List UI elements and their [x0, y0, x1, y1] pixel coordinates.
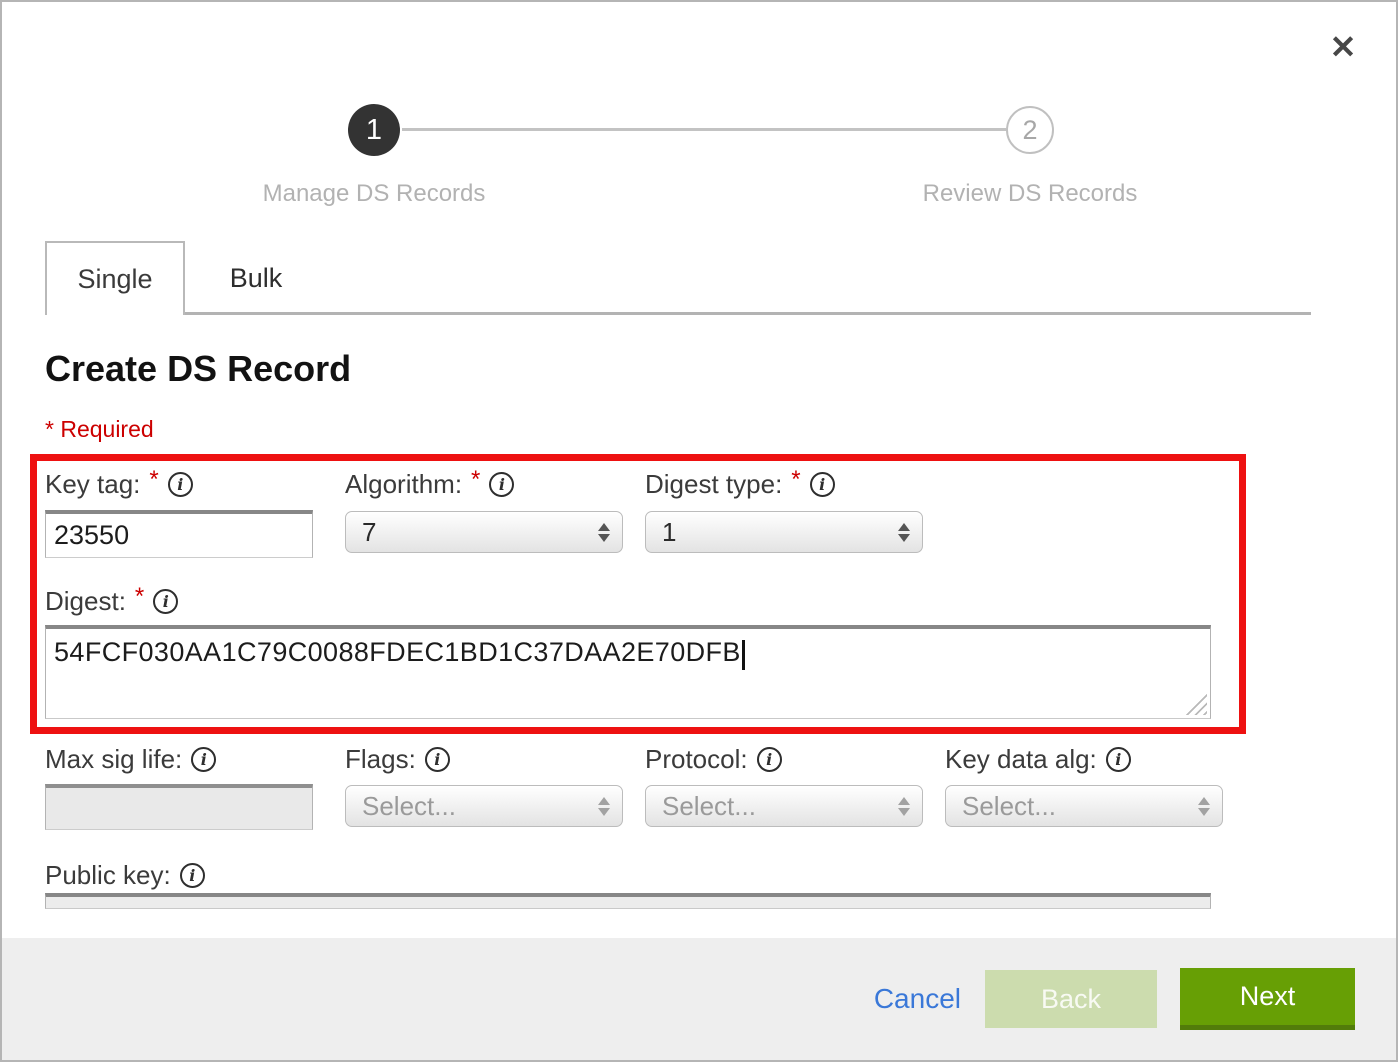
info-icon[interactable]: i	[425, 747, 450, 772]
flags-label-row: Flags: i	[345, 743, 450, 775]
key-tag-label-row: Key tag: * i	[45, 468, 193, 500]
digest-label-row: Digest: * i	[45, 585, 178, 617]
select-arrows-icon	[598, 797, 610, 816]
key-tag-label: Key tag:	[45, 469, 140, 500]
page-title: Create DS Record	[45, 348, 351, 390]
stepper-step-1-number: 1	[366, 114, 382, 147]
key-data-alg-select[interactable]: Select...	[945, 785, 1223, 827]
modal-footer: Cancel Back Next	[2, 938, 1396, 1060]
digest-value: 54FCF030AA1C79C0088FDEC1BD1C37DAA2E70DFB	[54, 637, 741, 667]
text-caret	[742, 640, 745, 670]
protocol-label-row: Protocol: i	[645, 743, 782, 775]
key-data-alg-label-row: Key data alg: i	[945, 743, 1131, 775]
info-icon[interactable]: i	[153, 589, 178, 614]
digest-type-label-row: Digest type: * i	[645, 468, 835, 500]
stepper-step-2-circle: 2	[1006, 106, 1054, 154]
required-asterisk: *	[135, 583, 144, 611]
next-button[interactable]: Next	[1180, 968, 1355, 1030]
public-key-label-row: Public key: i	[45, 859, 205, 891]
required-asterisk: *	[471, 466, 480, 494]
create-ds-record-modal: { "ui": { "close_glyph": "✕", "required_…	[0, 0, 1398, 1062]
back-button[interactable]: Back	[985, 970, 1157, 1028]
protocol-select-value: Select...	[662, 791, 756, 822]
public-key-label: Public key:	[45, 860, 171, 891]
stepper-step-2-number: 2	[1022, 115, 1037, 146]
select-arrows-icon	[898, 523, 910, 542]
close-icon: ✕	[1330, 29, 1357, 65]
flags-label: Flags:	[345, 744, 416, 775]
required-asterisk: *	[149, 466, 158, 494]
digest-textarea[interactable]: 54FCF030AA1C79C0088FDEC1BD1C37DAA2E70DFB	[45, 625, 1211, 719]
algorithm-select[interactable]: 7	[345, 511, 623, 553]
public-key-textarea[interactable]	[45, 893, 1211, 909]
stepper-step-1-circle: 1	[348, 104, 400, 156]
tab-single[interactable]: Single	[45, 241, 185, 315]
tab-single-label: Single	[77, 264, 152, 295]
select-arrows-icon	[898, 797, 910, 816]
digest-type-select[interactable]: 1	[645, 511, 923, 553]
info-icon[interactable]: i	[168, 472, 193, 497]
max-sig-life-input[interactable]	[45, 784, 313, 830]
max-sig-life-label-row: Max sig life: i	[45, 743, 216, 775]
key-tag-input[interactable]	[45, 510, 313, 558]
flags-select[interactable]: Select...	[345, 785, 623, 827]
stepper-step-1-label: Manage DS Records	[194, 180, 554, 208]
resize-handle-icon	[1185, 693, 1207, 715]
info-icon[interactable]: i	[757, 747, 782, 772]
select-arrows-icon	[1198, 797, 1210, 816]
digest-label: Digest:	[45, 586, 126, 617]
protocol-label: Protocol:	[645, 744, 748, 775]
cancel-button[interactable]: Cancel	[874, 983, 961, 1015]
flags-select-value: Select...	[362, 791, 456, 822]
close-button[interactable]: ✕	[1320, 24, 1366, 70]
key-data-alg-label: Key data alg:	[945, 744, 1097, 775]
digest-type-label: Digest type:	[645, 469, 782, 500]
required-asterisk: *	[791, 466, 800, 494]
key-data-alg-select-value: Select...	[962, 791, 1056, 822]
info-icon[interactable]: i	[489, 472, 514, 497]
tab-bulk-label: Bulk	[230, 263, 283, 294]
algorithm-label-row: Algorithm: * i	[345, 468, 514, 500]
required-note: * Required	[45, 416, 154, 443]
stepper-step-2-label: Review DS Records	[850, 180, 1210, 208]
info-icon[interactable]: i	[810, 472, 835, 497]
algorithm-select-value: 7	[362, 517, 376, 548]
info-icon[interactable]: i	[1106, 747, 1131, 772]
select-arrows-icon	[598, 523, 610, 542]
protocol-select[interactable]: Select...	[645, 785, 923, 827]
digest-type-select-value: 1	[662, 517, 676, 548]
stepper-connector	[402, 128, 1006, 131]
algorithm-label: Algorithm:	[345, 469, 462, 500]
info-icon[interactable]: i	[180, 863, 205, 888]
max-sig-life-label: Max sig life:	[45, 744, 182, 775]
tab-bulk[interactable]: Bulk	[185, 241, 327, 315]
info-icon[interactable]: i	[191, 747, 216, 772]
